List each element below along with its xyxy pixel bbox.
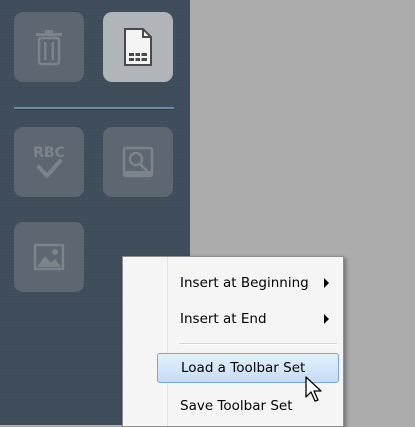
menu-item-label: Insert at Beginning	[180, 275, 309, 291]
insert-image-button[interactable]	[14, 222, 84, 292]
document-icon	[124, 28, 152, 66]
spellcheck-label: RBC	[33, 145, 65, 161]
trash-icon	[36, 30, 62, 66]
submenu-arrow-icon	[324, 314, 329, 324]
delete-button[interactable]	[14, 12, 84, 82]
find-button[interactable]	[103, 127, 173, 197]
mouse-pointer-icon	[305, 376, 322, 402]
menu-item-label: Insert at End	[180, 311, 267, 327]
image-icon	[33, 243, 65, 271]
menu-separator	[179, 343, 337, 345]
new-document-button[interactable]	[103, 12, 173, 82]
spellcheck-abc-icon: RBC	[33, 145, 65, 178]
toolbar-divider	[14, 107, 174, 110]
submenu-arrow-icon	[324, 278, 329, 288]
menu-item-label: Load a Toolbar Set	[181, 360, 306, 376]
menu-item-insert-at-beginning[interactable]: Insert at Beginning	[157, 268, 339, 298]
magnifier-icon	[122, 146, 154, 178]
menu-item-label: Save Toolbar Set	[180, 398, 293, 414]
menu-item-insert-at-end[interactable]: Insert at End	[157, 304, 339, 334]
spell-check-button[interactable]: RBC	[14, 127, 84, 197]
